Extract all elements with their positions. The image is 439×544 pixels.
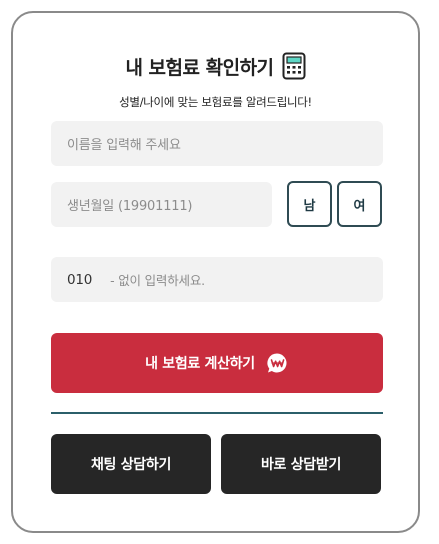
name-input[interactable]: 이름을 입력해 주세요 [51, 121, 383, 166]
phone-placeholder: - 없이 입력하세요. [110, 273, 205, 288]
gender-male-button[interactable]: 남 [287, 181, 332, 227]
won-speech-bubble-icon [265, 351, 289, 375]
phone-prefix: 010 [67, 271, 93, 288]
calculator-icon [282, 52, 306, 80]
name-placeholder: 이름을 입력해 주세요 [67, 138, 181, 153]
calculate-premium-button[interactable]: 내 보험료 계산하기 [51, 333, 383, 393]
calculate-label: 내 보험료 계산하기 [145, 356, 255, 372]
insurance-quote-card: 내 보험료 확인하기 성별/나이에 맞는 보험료를 알려드립니다! 이름을 입력… [11, 11, 420, 533]
title-row: 내 보험료 확인하기 [13, 51, 418, 81]
birthdate-input[interactable]: 생년월일 (19901111) [51, 182, 272, 227]
page-subtitle: 성별/나이에 맞는 보험료를 알려드립니다! [119, 95, 312, 109]
page-title: 내 보험료 확인하기 [125, 56, 274, 79]
section-divider [51, 412, 383, 414]
gender-female-button[interactable]: 여 [337, 181, 382, 227]
birthdate-placeholder: 생년월일 (19901111) [67, 199, 193, 214]
phone-input[interactable]: 010 - 없이 입력하세요. [51, 257, 383, 302]
direct-consult-button[interactable]: 바로 상담받기 [221, 434, 381, 494]
chat-consult-button[interactable]: 채팅 상담하기 [51, 434, 211, 494]
